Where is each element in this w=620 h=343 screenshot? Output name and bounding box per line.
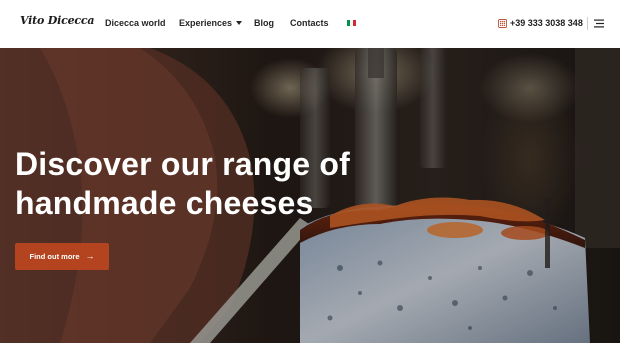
nav-item-experiences[interactable]: Experiences <box>179 18 243 28</box>
nav-item-dicecca-world[interactable]: Dicecca world <box>105 18 166 28</box>
nav-item-blog[interactable]: Blog <box>254 18 274 28</box>
flag-red-stripe <box>353 20 356 26</box>
cta-label: Find out more <box>29 252 80 261</box>
nav-item-label: Experiences <box>179 18 233 28</box>
arrow-right-icon: → <box>85 251 95 261</box>
site-logo[interactable]: Vito Dicecca <box>20 14 95 27</box>
hero-title-line-1: Discover our range of <box>15 146 350 182</box>
caret-down-icon <box>236 21 243 25</box>
nav-item-contacts[interactable]: Contacts <box>290 18 329 28</box>
header-divider <box>587 17 588 30</box>
hero-section: Discover our range of handmade cheeses F… <box>0 48 620 343</box>
site-header: Vito Dicecca Dicecca world Experiences B… <box>0 0 620 48</box>
find-out-more-button[interactable]: Find out more → <box>15 243 109 270</box>
hero-title-line-2: handmade cheeses <box>15 185 314 221</box>
italy-flag-icon[interactable] <box>347 20 356 26</box>
phone-link[interactable]: +39 333 3038 348 <box>498 18 583 28</box>
phone-icon <box>498 18 507 28</box>
hamburger-menu-icon[interactable] <box>594 19 604 28</box>
hero-title: Discover our range of handmade cheeses <box>15 145 350 223</box>
phone-number: +39 333 3038 348 <box>510 18 583 28</box>
